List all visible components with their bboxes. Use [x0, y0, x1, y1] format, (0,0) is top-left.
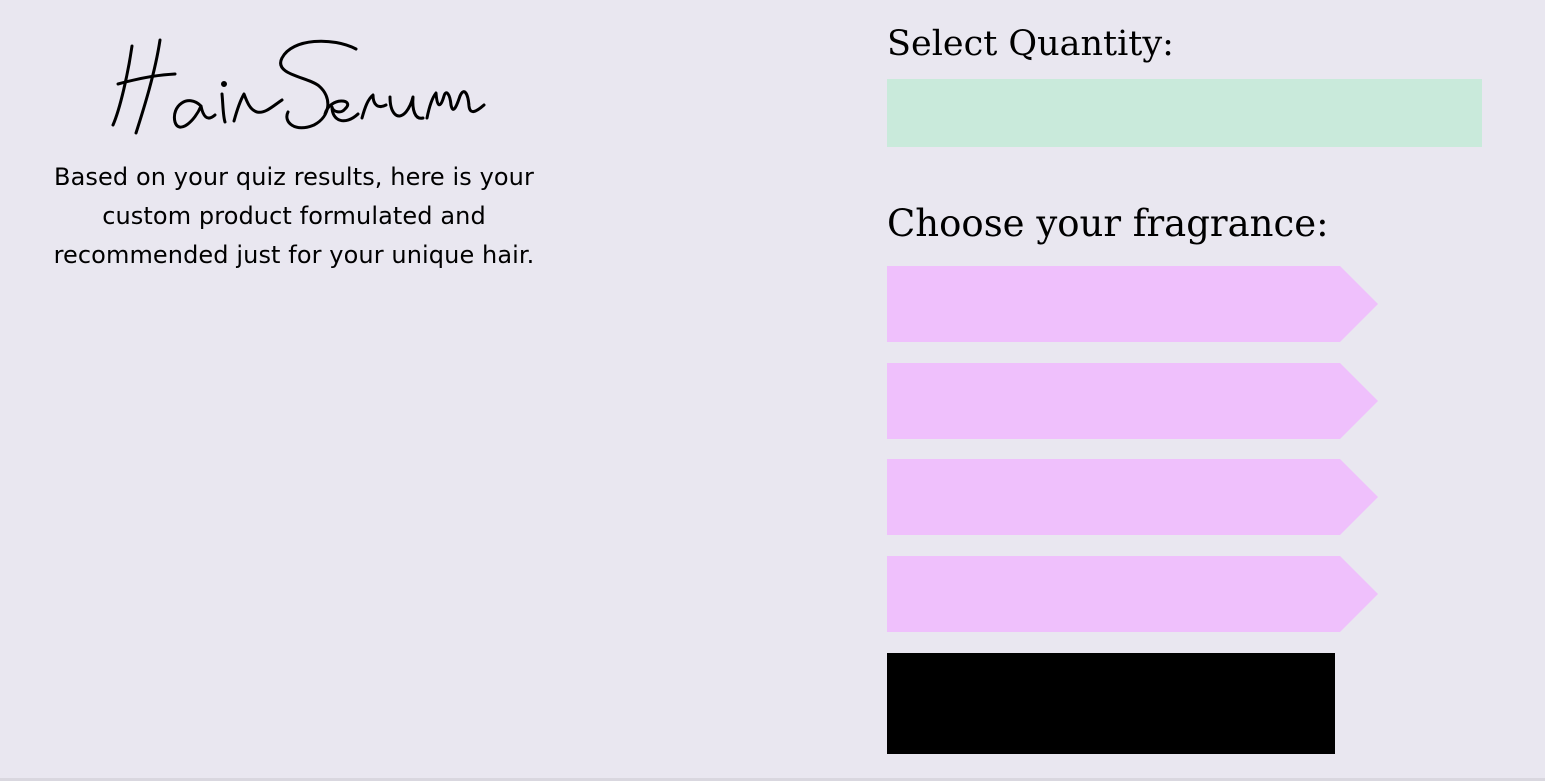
- product-title: [105, 30, 495, 140]
- quantity-input[interactable]: [887, 79, 1482, 147]
- fragrance-option-3[interactable]: [887, 459, 1378, 535]
- product-options-panel: Select Quantity: Choose your fragrance:: [887, 0, 1507, 781]
- product-description: Based on your quiz results, here is your…: [53, 163, 535, 269]
- fragrance-label: Choose your fragrance:: [887, 202, 1329, 245]
- product-panel: Based on your quiz results, here is your…: [0, 0, 590, 781]
- submit-button[interactable]: [887, 653, 1335, 754]
- fragrance-option-2[interactable]: [887, 363, 1378, 439]
- fragrance-option-4[interactable]: [887, 556, 1378, 632]
- product-title-script: [111, 38, 486, 135]
- fragrance-option-1[interactable]: [887, 266, 1378, 342]
- quantity-label: Select Quantity:: [887, 24, 1174, 64]
